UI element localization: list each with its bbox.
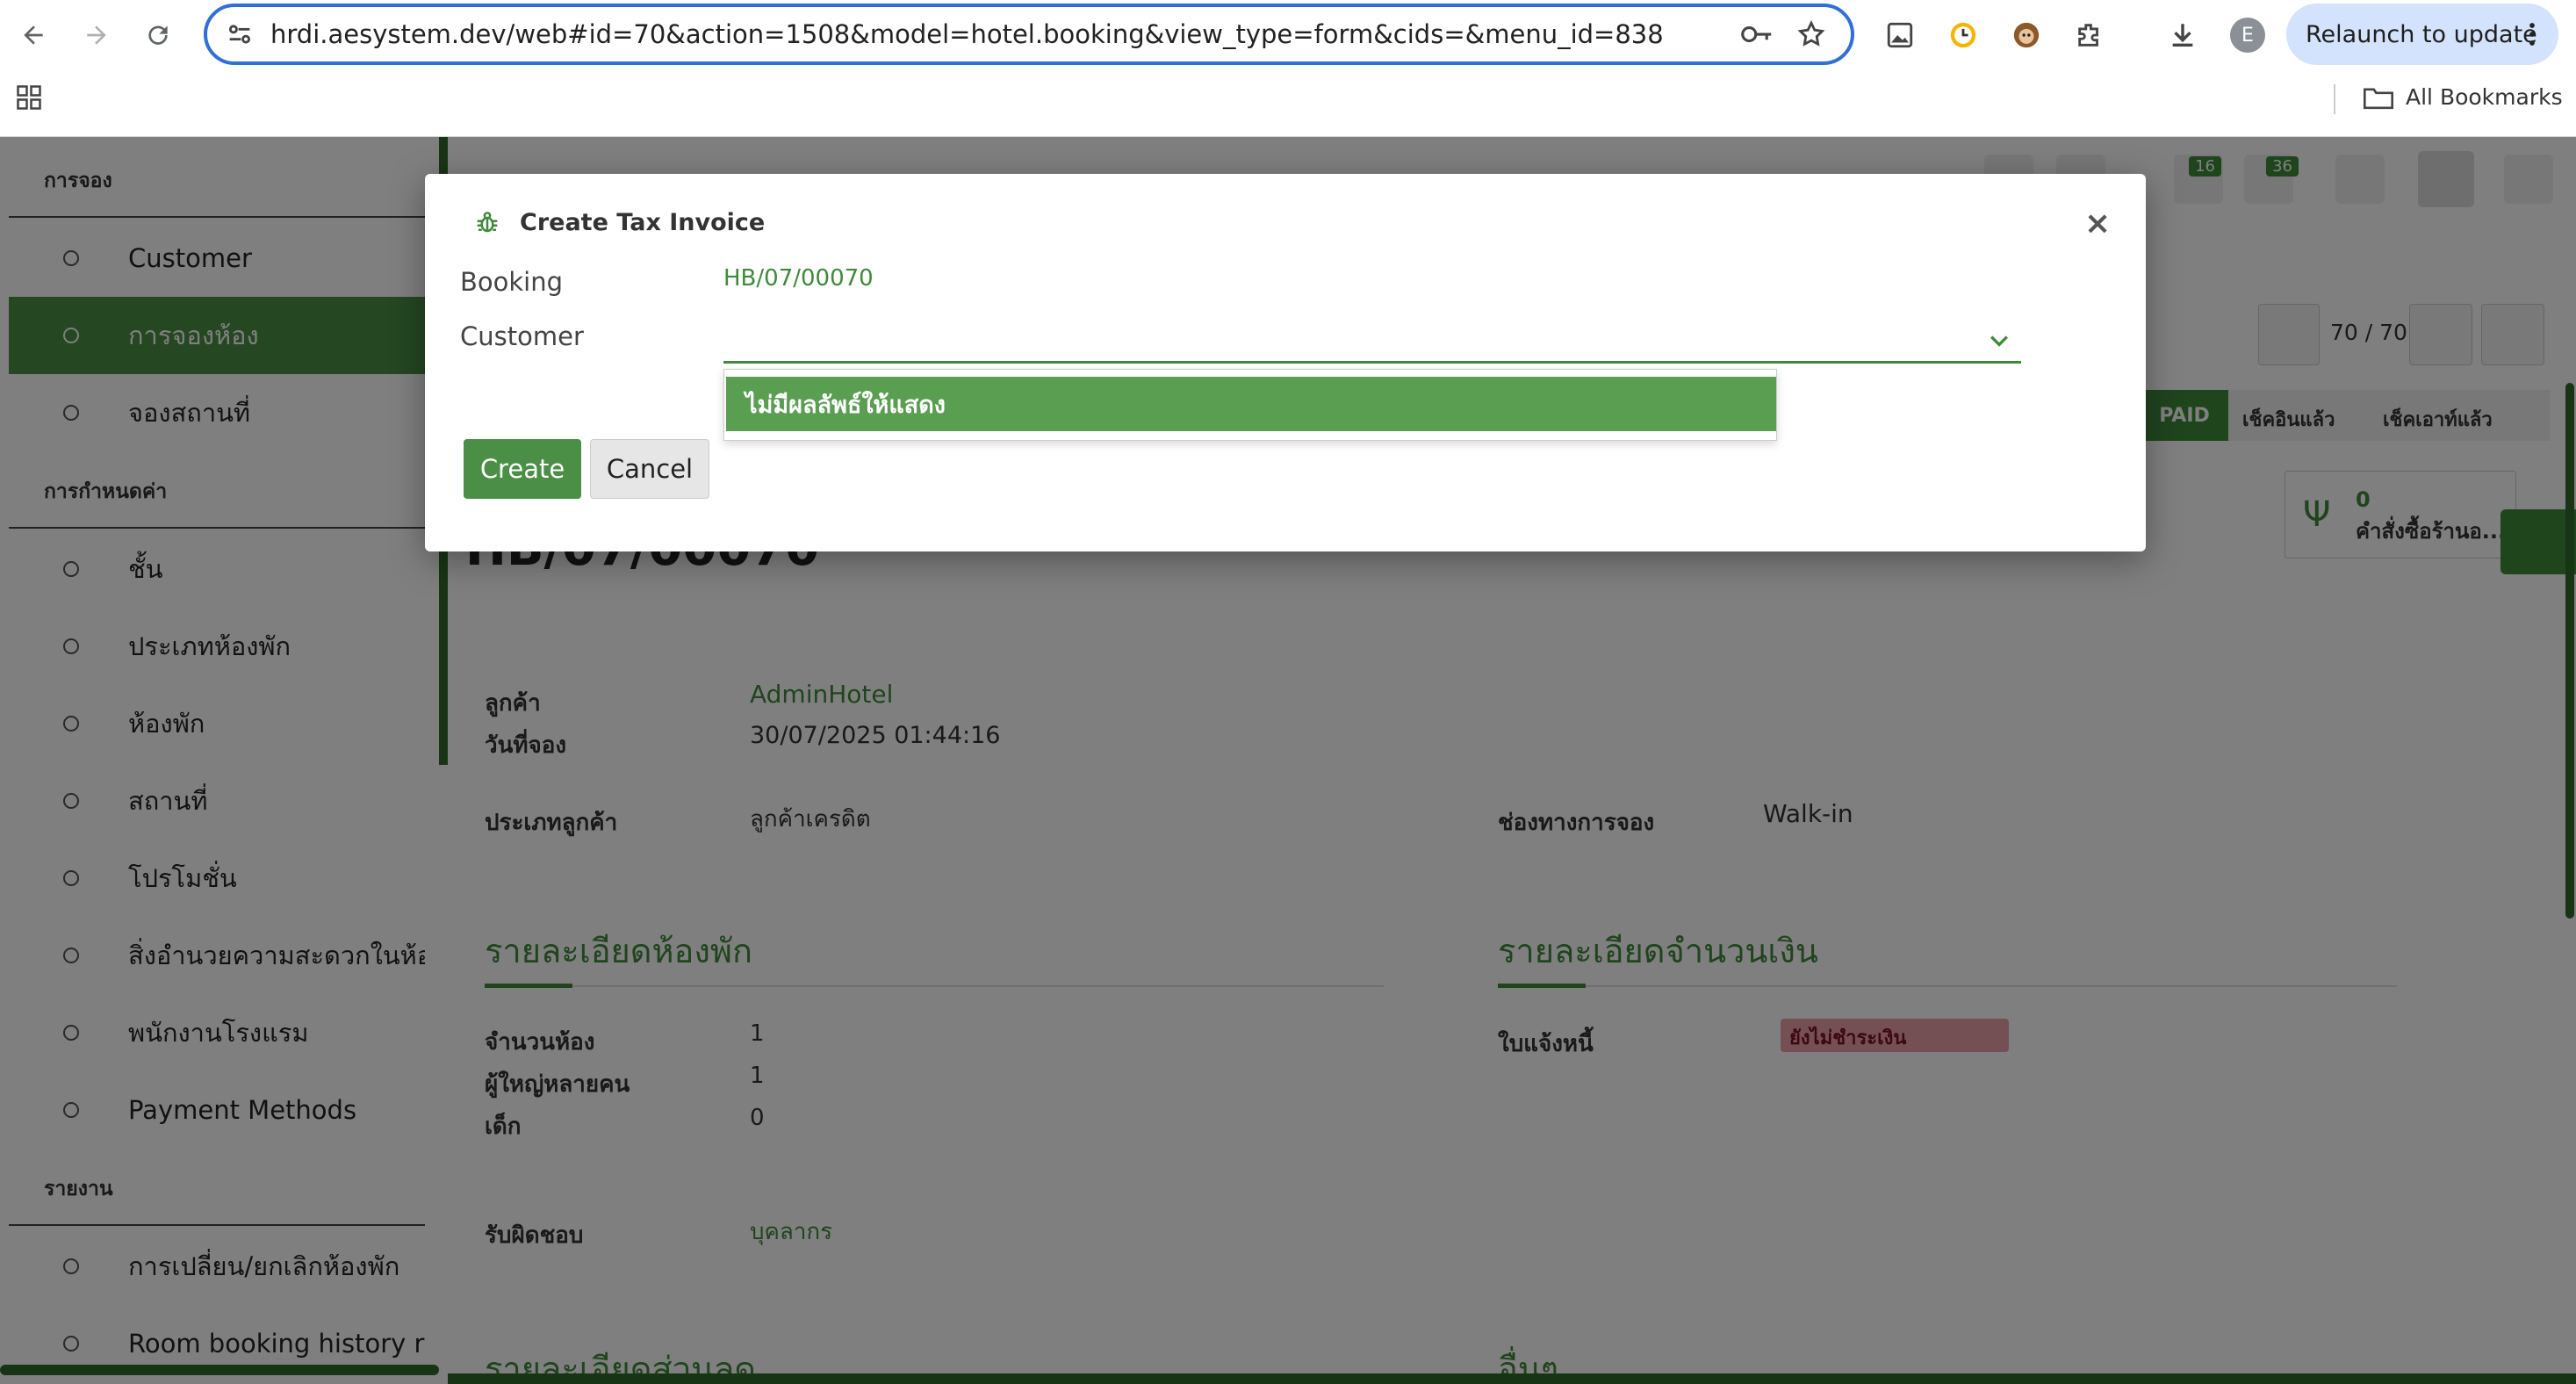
- more-vert-icon[interactable]: [2529, 21, 2536, 54]
- browser-chrome: hrdi.aesystem.dev/web#id=70&action=1508&…: [0, 0, 2576, 137]
- chevron-down-icon[interactable]: [1990, 334, 2009, 350]
- create-tax-invoice-dialog: Create Tax Invoice × Booking HB/07/00070…: [425, 174, 2146, 551]
- customer-dropdown-list: ไม่มีผลลัพธ์ให้แสดง: [723, 369, 1777, 441]
- profile-avatar[interactable]: E: [2230, 18, 2265, 53]
- toolbar-divider: [2334, 84, 2335, 114]
- site-settings-icon[interactable]: [225, 19, 255, 53]
- relaunch-button[interactable]: Relaunch to update: [2286, 4, 2558, 65]
- extension-monkey-icon[interactable]: [2011, 19, 2042, 51]
- bookmark-star-icon[interactable]: [1796, 19, 1826, 53]
- create-button[interactable]: Create: [464, 439, 581, 499]
- url-text[interactable]: hrdi.aesystem.dev/web#id=70&action=1508&…: [270, 19, 1664, 49]
- download-icon[interactable]: [2167, 19, 2198, 51]
- cancel-button[interactable]: Cancel: [590, 439, 709, 499]
- bug-icon: [474, 209, 500, 239]
- extensions-puzzle-icon[interactable]: [2074, 19, 2105, 51]
- dialog-title: Create Tax Invoice: [520, 209, 766, 236]
- customer-select-input[interactable]: [723, 314, 2021, 364]
- reload-icon[interactable]: [140, 18, 176, 53]
- booking-label: Booking: [460, 267, 564, 297]
- image-icon[interactable]: [1884, 19, 1916, 51]
- all-bookmarks-label: All Bookmarks: [2406, 84, 2563, 110]
- booking-value[interactable]: HB/07/00070: [723, 265, 874, 292]
- extension-clock-icon[interactable]: [1947, 19, 1979, 51]
- password-key-icon[interactable]: [1740, 21, 1774, 51]
- all-bookmarks[interactable]: All Bookmarks: [2364, 84, 2563, 110]
- customer-label: Customer: [460, 321, 584, 351]
- folder-icon: [2364, 88, 2393, 109]
- relaunch-label: Relaunch to update: [2306, 20, 2537, 48]
- close-icon[interactable]: ×: [2084, 205, 2111, 241]
- apps-grid-icon[interactable]: [16, 84, 42, 114]
- forward-icon[interactable]: [79, 18, 114, 53]
- dropdown-no-results-item[interactable]: ไม่มีผลลัพธ์ให้แสดง: [726, 377, 1776, 431]
- back-icon[interactable]: [16, 18, 51, 53]
- address-bar[interactable]: hrdi.aesystem.dev/web#id=70&action=1508&…: [204, 4, 1854, 65]
